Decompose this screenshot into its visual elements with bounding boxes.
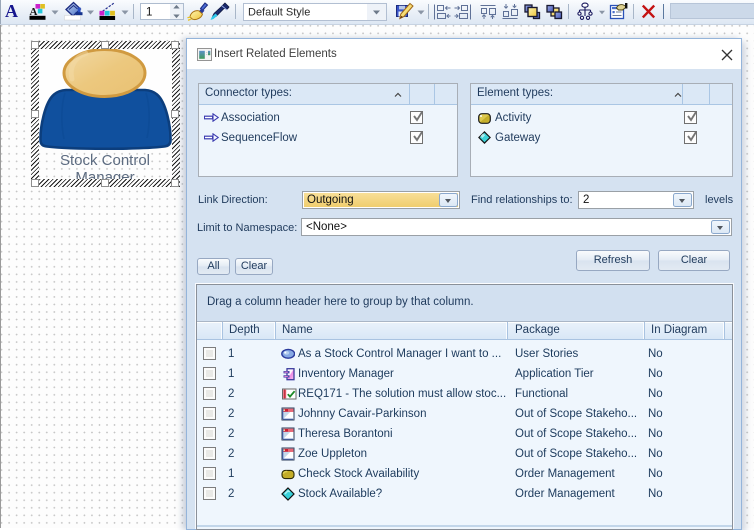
svg-text:Default Style: Default Style: [248, 7, 310, 19]
svg-text:1: 1: [146, 7, 152, 19]
svg-text:A: A: [5, 1, 18, 21]
